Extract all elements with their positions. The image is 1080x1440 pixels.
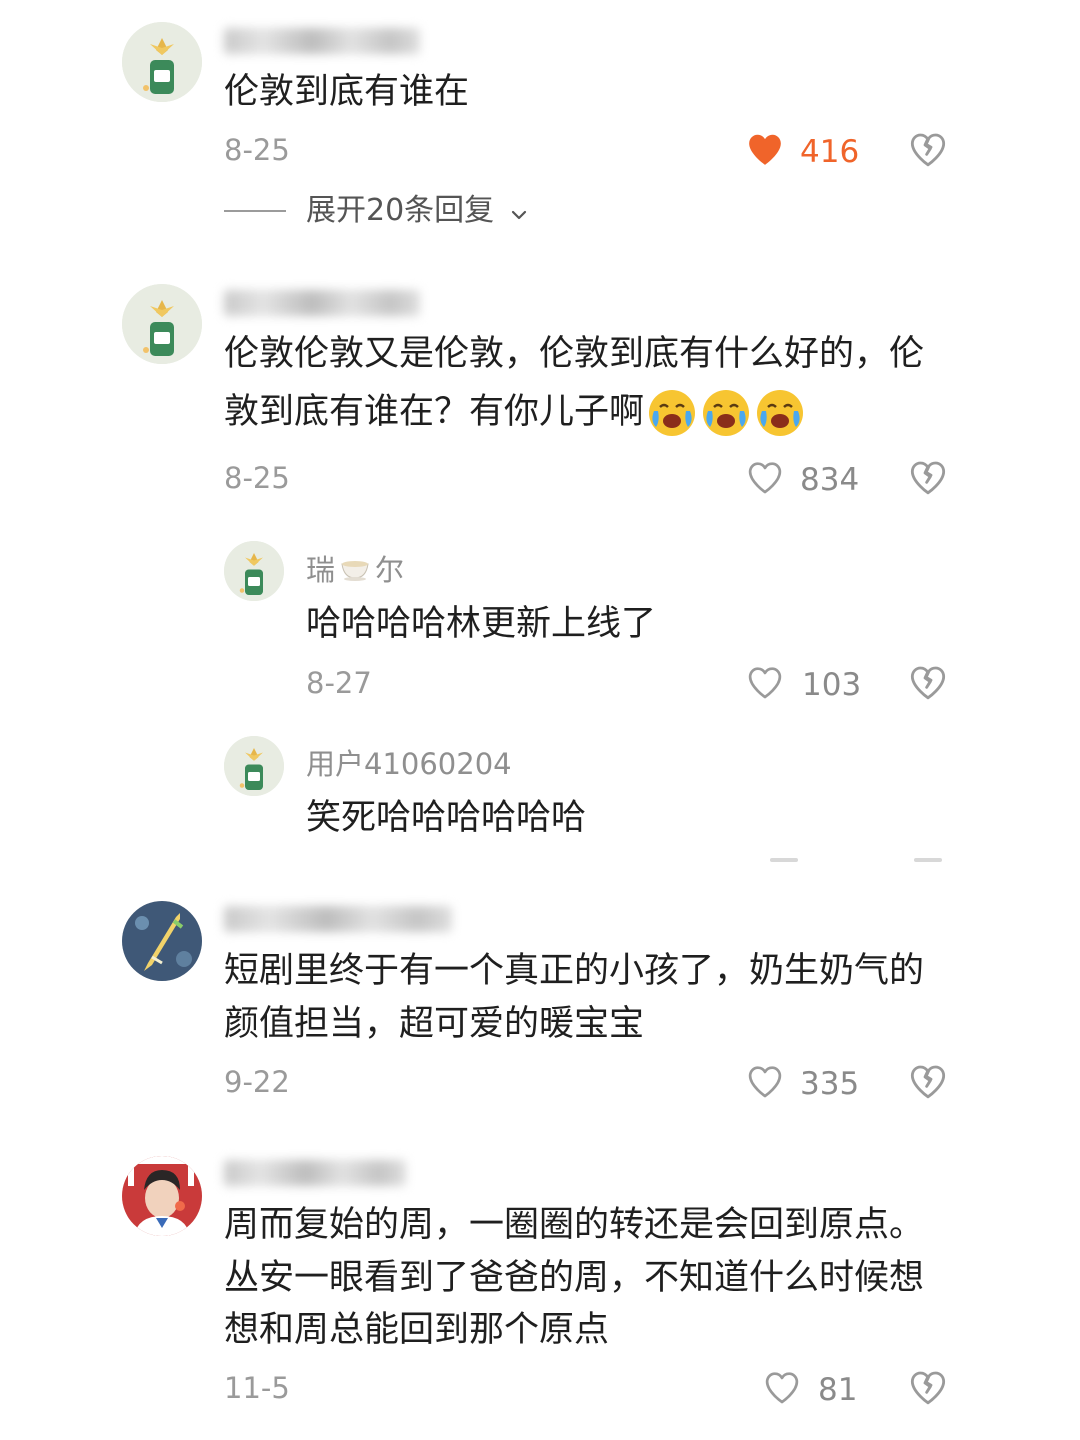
expand-replies-label: 展开20条回复: [306, 193, 495, 228]
comment-text-line2: 颜值担当，超可爱的暖宝宝: [224, 1004, 645, 1044]
divider: [224, 210, 286, 212]
teacup-icon: [338, 554, 372, 590]
reply-username[interactable]: 用户41060204: [306, 746, 512, 782]
reply-username-part2: 尔: [375, 553, 405, 587]
reply-avatar[interactable]: [224, 541, 284, 601]
crying-face-emoji: [754, 387, 806, 439]
username-blurred[interactable]: [224, 1160, 406, 1186]
comment-date: 11-5: [224, 1371, 290, 1405]
comment-text-line2: 丛安一眼看到了爸爸的周，不知道什么时候想: [224, 1258, 925, 1298]
comment-text-line1: 短剧里终于有一个真正的小孩了，奶生奶气的: [224, 951, 925, 991]
heart-filled-icon[interactable]: [746, 131, 784, 167]
crying-face-emoji: [646, 387, 698, 439]
comment-text-line2: 敦到底有谁在？有你儿子啊: [224, 384, 806, 440]
comment-text-line1: 伦敦伦敦又是伦敦，伦敦到底有什么好的，伦: [224, 334, 925, 374]
reply-date: 8-27: [306, 666, 372, 700]
dislike-icon[interactable]: [908, 1062, 948, 1100]
clipped-icon-remnant: [914, 858, 942, 862]
clipped-icon-remnant: [770, 858, 798, 862]
dislike-icon[interactable]: [908, 130, 948, 168]
reply-text: 哈哈哈哈林更新上线了: [306, 604, 657, 644]
chevron-down-icon: [510, 194, 528, 230]
dislike-icon[interactable]: [908, 1368, 948, 1406]
username-blurred[interactable]: [224, 290, 420, 316]
like-count: 335: [800, 1066, 860, 1102]
avatar[interactable]: [122, 22, 202, 102]
like-count: 416: [800, 134, 860, 170]
reply-username[interactable]: 瑞尔: [306, 552, 404, 590]
avatar[interactable]: [122, 1156, 202, 1236]
expand-replies-button[interactable]: 展开20条回复: [306, 193, 528, 230]
comment-date: 9-22: [224, 1065, 290, 1099]
comment-date: 8-25: [224, 461, 290, 495]
reply-text: 笑死哈哈哈哈哈哈: [306, 798, 587, 838]
username-blurred[interactable]: [224, 906, 452, 932]
comment-date: 8-25: [224, 133, 290, 167]
like-count: 834: [800, 462, 860, 498]
like-count: 103: [802, 667, 862, 703]
username-blurred[interactable]: [224, 28, 420, 54]
heart-outline-icon[interactable]: [763, 1369, 801, 1405]
dislike-icon[interactable]: [908, 663, 948, 701]
reply-avatar[interactable]: [224, 736, 284, 796]
comment-text-line2-content: 敦到底有谁在？有你儿子啊: [224, 392, 645, 432]
avatar[interactable]: [122, 284, 202, 364]
reply-username-part1: 瑞: [306, 553, 336, 587]
heart-outline-icon[interactable]: [746, 459, 784, 495]
crying-face-emoji: [700, 387, 752, 439]
comment-text: 伦敦到底有谁在: [224, 72, 470, 112]
avatar[interactable]: [122, 901, 202, 981]
dislike-icon[interactable]: [908, 458, 948, 496]
heart-outline-icon[interactable]: [746, 1063, 784, 1099]
like-count: 81: [818, 1372, 858, 1408]
comment-text-line1: 周而复始的周，一圈圈的转还是会回到原点。: [224, 1205, 925, 1245]
comment-text-line3: 想和周总能回到那个原点: [224, 1310, 610, 1350]
heart-outline-icon[interactable]: [746, 664, 784, 700]
